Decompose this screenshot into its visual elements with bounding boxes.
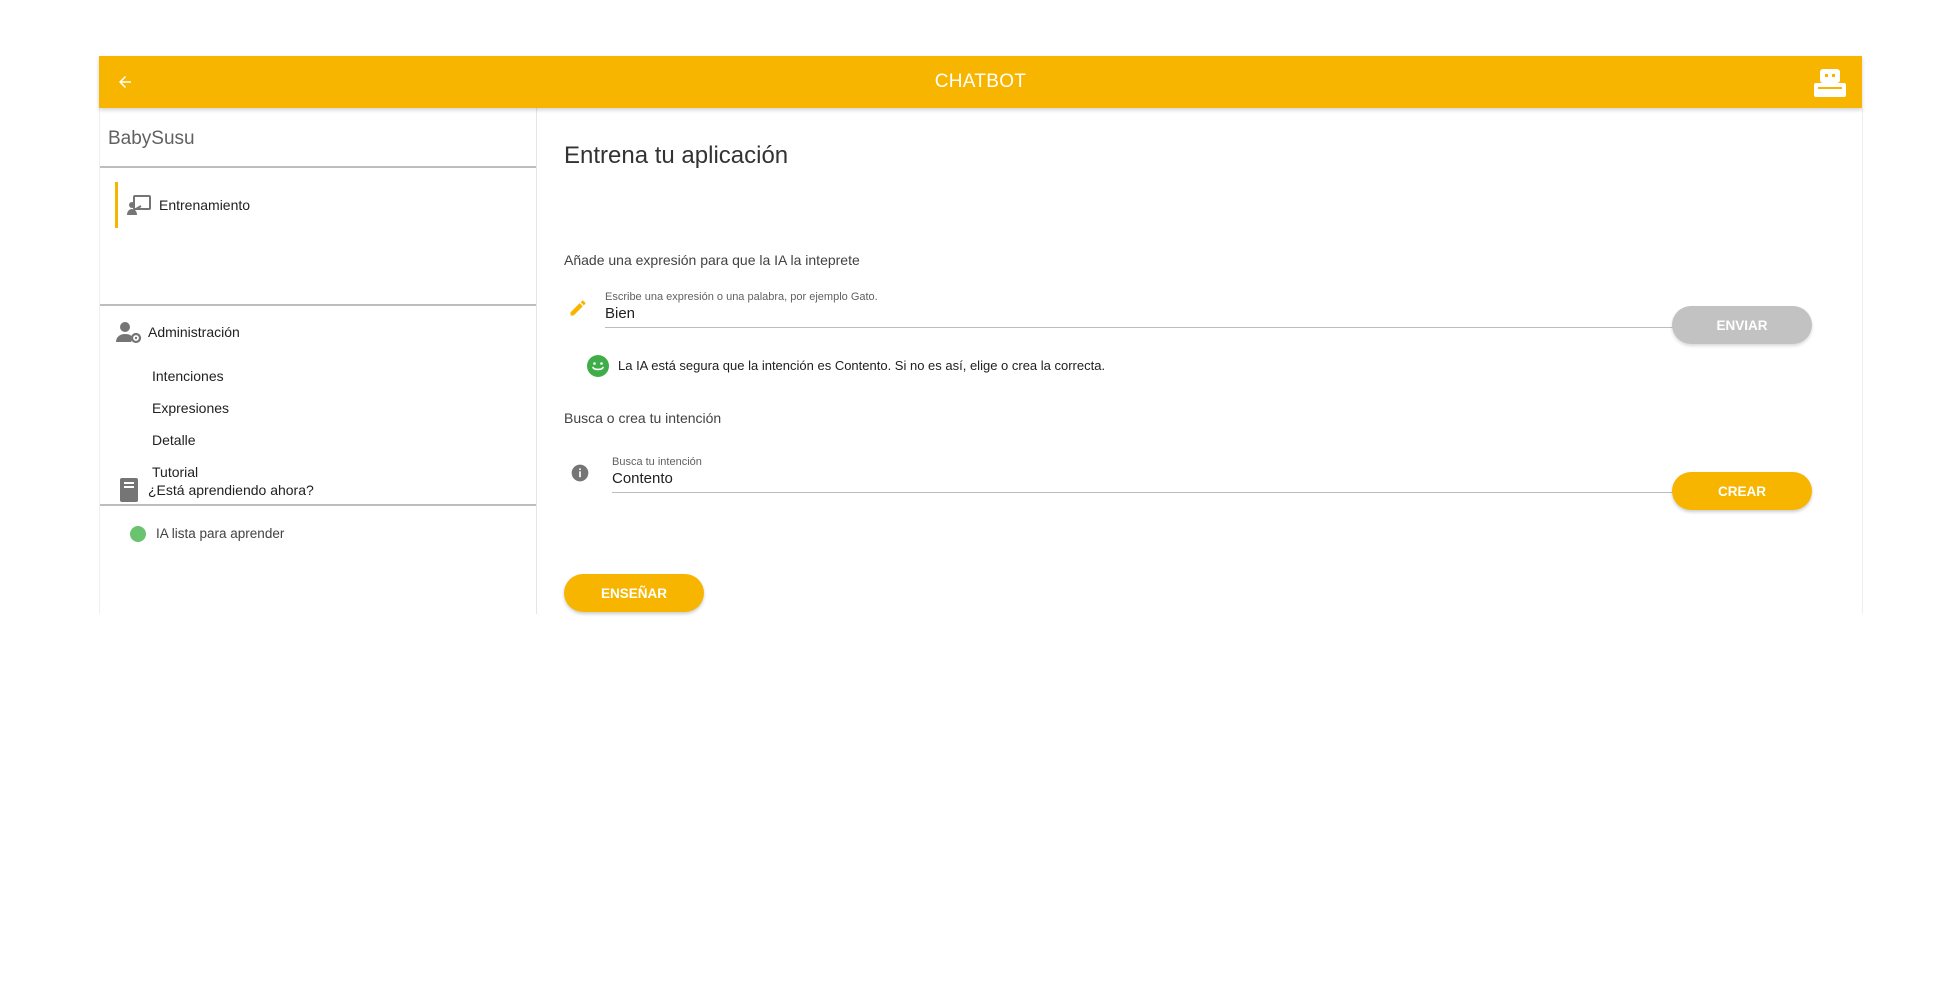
field-label: Escribe una expresión o una palabra, por… bbox=[605, 291, 878, 303]
sidebar-item-entrenamiento[interactable]: Entrenamiento bbox=[115, 182, 525, 228]
top-bar: CHATBOT bbox=[99, 56, 1862, 108]
divider bbox=[100, 504, 536, 506]
expression-prompt: Añade una expresión para que la IA la in… bbox=[564, 252, 860, 268]
intent-prompt: Busca o crea tu intención bbox=[564, 410, 722, 426]
teacher-board-icon bbox=[127, 194, 151, 216]
divider bbox=[100, 304, 536, 306]
intent-field[interactable]: Busca tu intención bbox=[612, 456, 1681, 493]
robot-icon[interactable] bbox=[1812, 67, 1848, 99]
sidebar: BabySusu Entrenamiento Administración In… bbox=[99, 108, 537, 614]
app-window: CHATBOT BabySusu Entrenamiento Administr… bbox=[99, 56, 1863, 614]
send-button[interactable]: ENVIAR bbox=[1672, 306, 1812, 344]
divider bbox=[100, 166, 536, 168]
page-title: Entrena tu aplicación bbox=[564, 142, 789, 169]
user-gear-icon bbox=[116, 320, 142, 344]
info-icon bbox=[570, 463, 590, 483]
sidebar-item-expresiones[interactable]: Expresiones bbox=[152, 400, 229, 416]
smile-icon bbox=[586, 354, 610, 378]
sidebar-item-tutorial[interactable]: Tutorial bbox=[152, 464, 198, 480]
sidebar-item-label: Entrenamiento bbox=[159, 197, 251, 213]
learning-status: IA lista para aprender bbox=[156, 526, 285, 541]
section-label: Administración bbox=[148, 324, 240, 340]
expression-field[interactable]: Escribe una expresión o una palabra, por… bbox=[605, 291, 1683, 328]
app-title: CHATBOT bbox=[934, 71, 1027, 92]
confidence-message: La IA está segura que la intención es Co… bbox=[618, 358, 1106, 373]
main-panel: Entrena tu aplicación Añade una expresió… bbox=[536, 108, 1863, 614]
field-label: Busca tu intención bbox=[612, 456, 702, 468]
book-icon bbox=[116, 478, 142, 502]
active-indicator bbox=[115, 182, 118, 228]
section-label: ¿Está aprendiendo ahora? bbox=[148, 482, 314, 498]
expression-input[interactable] bbox=[605, 303, 1683, 323]
sidebar-item-detalle[interactable]: Detalle bbox=[152, 432, 196, 448]
teach-button[interactable]: ENSEÑAR bbox=[564, 574, 704, 612]
status-dot bbox=[130, 526, 146, 542]
sidebar-item-intenciones[interactable]: Intenciones bbox=[152, 368, 224, 384]
intent-search-input[interactable] bbox=[612, 468, 1681, 488]
pencil-icon bbox=[568, 298, 588, 318]
app-name: BabySusu bbox=[108, 128, 195, 149]
create-button[interactable]: CREAR bbox=[1672, 472, 1812, 510]
